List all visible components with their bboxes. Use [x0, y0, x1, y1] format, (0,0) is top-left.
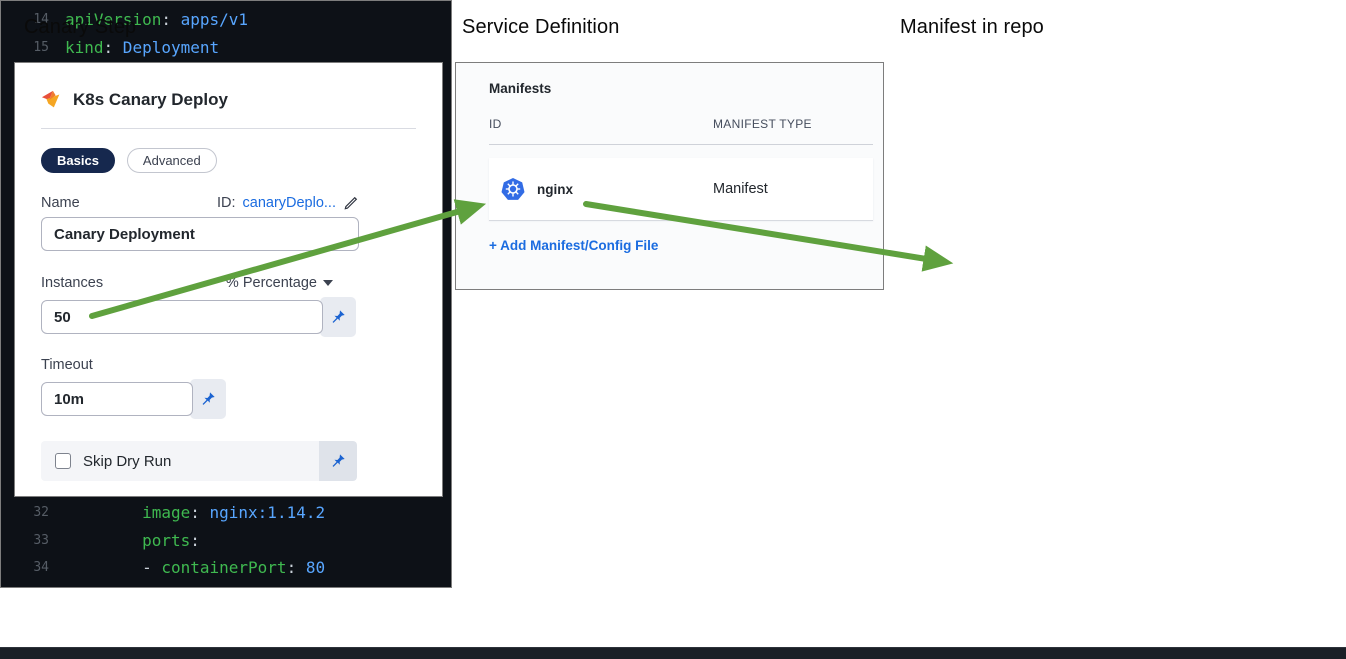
timeout-label: Timeout: [41, 357, 93, 373]
canary-step-panel: K8s Canary Deploy Basics Advanced Name I…: [14, 62, 443, 497]
pin-icon: [330, 309, 346, 325]
instances-pin-button[interactable]: [320, 297, 356, 337]
name-label: Name: [41, 195, 80, 211]
skip-dry-run-pin-button[interactable]: [319, 441, 357, 481]
manifest-id-text: nginx: [537, 181, 573, 197]
pin-icon: [330, 453, 346, 469]
name-field-header: Name ID: canaryDeplo...: [41, 195, 359, 211]
pin-icon: [200, 391, 216, 407]
name-input[interactable]: Canary Deployment: [41, 217, 359, 251]
canary-bird-icon: [41, 89, 63, 111]
heading-manifest-in-repo: Manifest in repo: [900, 16, 1044, 38]
unit-dropdown-value: % Percentage: [225, 275, 317, 291]
step-tabs: Basics Advanced: [41, 148, 416, 173]
tab-advanced[interactable]: Advanced: [126, 148, 217, 173]
divider: [489, 220, 873, 221]
step-header: K8s Canary Deploy: [41, 89, 416, 111]
manifests-table-header: ID MANIFEST TYPE: [489, 117, 873, 131]
caret-down-icon: [323, 280, 333, 286]
kubernetes-icon: [501, 177, 525, 201]
manifest-type-text: Manifest: [713, 181, 768, 197]
step-id-link[interactable]: canaryDeplo...: [243, 195, 337, 211]
instances-field-header: Instances % Percentage: [41, 275, 333, 291]
code-line: 34 - containerPort: 80: [33, 558, 326, 577]
timeout-input-group: 10m: [41, 379, 416, 419]
heading-canary-step: Canary Step: [24, 16, 137, 38]
code-line: 33 ports:: [33, 530, 200, 550]
timeout-input[interactable]: 10m: [41, 382, 193, 416]
timeout-pin-button[interactable]: [190, 379, 226, 419]
instances-unit-dropdown[interactable]: % Percentage: [226, 275, 333, 291]
instances-label: Instances: [41, 275, 104, 291]
instances-input[interactable]: 50: [41, 300, 323, 334]
instances-input-group: 50: [41, 297, 416, 337]
step-title: K8s Canary Deploy: [73, 90, 228, 109]
skip-dry-run-row: Skip Dry Run: [41, 441, 357, 481]
skip-dry-run-checkbox[interactable]: [55, 453, 71, 469]
skip-dry-run-label: Skip Dry Run: [83, 452, 172, 470]
edit-pencil-icon[interactable]: [343, 195, 359, 211]
column-manifest-type: MANIFEST TYPE: [713, 117, 812, 131]
id-prefix-label: ID:: [216, 195, 236, 211]
add-manifest-link[interactable]: + Add Manifest/Config File: [489, 238, 658, 253]
heading-service-definition: Service Definition: [462, 16, 620, 38]
column-id: ID: [489, 117, 502, 131]
manifests-section-title: Manifests: [489, 81, 552, 96]
manifest-table-row[interactable]: nginx Manifest: [489, 158, 873, 220]
tab-basics[interactable]: Basics: [41, 148, 115, 173]
step-id-group: ID: canaryDeplo...: [217, 195, 359, 211]
code-line: 32 image: nginx:1.14.2: [33, 503, 326, 523]
divider: [41, 128, 416, 129]
divider: [489, 144, 873, 145]
service-definition-panel: Manifests ID MANIFEST TYPE nginx Manifes…: [455, 62, 884, 290]
manifest-row-id-cell: nginx: [501, 177, 713, 201]
